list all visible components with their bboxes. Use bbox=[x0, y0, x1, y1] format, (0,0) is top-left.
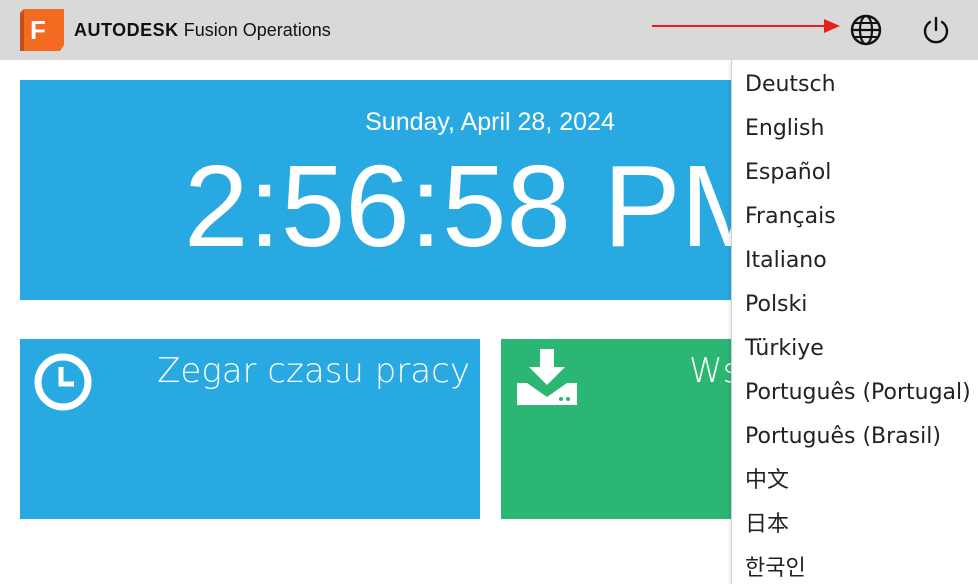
logout-button[interactable] bbox=[918, 12, 954, 48]
tile-time-clock[interactable]: Zegar czasu pracy bbox=[20, 339, 480, 519]
lang-option-polski[interactable]: Polski bbox=[732, 280, 978, 324]
current-date: Sunday, April 28, 2024 bbox=[365, 108, 615, 136]
brand-name: AUTODESK Fusion Operations bbox=[74, 20, 331, 41]
lang-option-chinese[interactable]: 中文 bbox=[732, 456, 978, 500]
lang-option-deutsch[interactable]: Deutsch bbox=[732, 60, 978, 104]
brand[interactable]: F AUTODESK Fusion Operations bbox=[20, 9, 331, 51]
language-dropdown: Deutsch English Español Français Italian… bbox=[731, 60, 978, 584]
lang-option-italiano[interactable]: Italiano bbox=[732, 236, 978, 280]
download-icon bbox=[515, 347, 579, 412]
clock-panel: Sunday, April 28, 2024 2:56:58 PM bbox=[20, 80, 732, 300]
fusion-logo-icon: F bbox=[20, 9, 64, 51]
clock-icon bbox=[34, 353, 92, 416]
top-bar: F AUTODESK Fusion Operations bbox=[0, 0, 978, 60]
logo-letter: F bbox=[30, 15, 46, 45]
tile-time-clock-label: Zegar czasu pracy bbox=[157, 351, 470, 391]
language-button[interactable] bbox=[848, 12, 884, 48]
annotation-arrow bbox=[652, 19, 840, 33]
tile-download[interactable]: Wsp bbox=[501, 339, 741, 519]
brand-product: Fusion Operations bbox=[183, 19, 331, 40]
lang-option-japanese[interactable]: 日本 bbox=[732, 500, 978, 544]
power-icon bbox=[923, 16, 949, 44]
globe-icon bbox=[850, 14, 882, 46]
current-time: 2:56:58 PM bbox=[184, 141, 732, 271]
lang-option-espanol[interactable]: Español bbox=[732, 148, 978, 192]
lang-option-english[interactable]: English bbox=[732, 104, 978, 148]
lang-option-portugues-portugal[interactable]: Português (Portugal) bbox=[732, 368, 978, 412]
brand-autodesk: AUTODESK bbox=[74, 19, 179, 40]
lang-option-francais[interactable]: Français bbox=[732, 192, 978, 236]
lang-option-portugues-brasil[interactable]: Português (Brasil) bbox=[732, 412, 978, 456]
lang-option-korean[interactable]: 한국인 bbox=[732, 544, 978, 584]
lang-option-turkiye[interactable]: Türkiye bbox=[732, 324, 978, 368]
